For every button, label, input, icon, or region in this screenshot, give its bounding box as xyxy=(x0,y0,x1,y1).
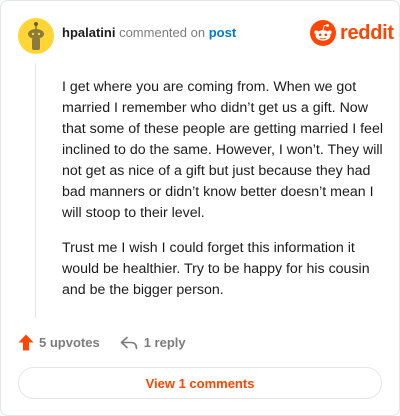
comment-action-text: commented on xyxy=(119,25,206,40)
comment-header: hpalatini commented on post xyxy=(62,24,236,42)
comment-paragraph: Trust me I wish I could forget this info… xyxy=(62,240,370,298)
reply-count: 1 reply xyxy=(143,335,186,350)
comment-card: hpalatini commented on post reddit I get… xyxy=(0,0,400,416)
view-comments-button[interactable]: View 1 comments xyxy=(18,367,382,399)
reply-arrow-icon xyxy=(120,336,137,349)
upvote-arrow-icon xyxy=(18,334,34,351)
avatar-icon xyxy=(18,18,54,54)
author-username[interactable]: hpalatini xyxy=(62,25,115,40)
upvote-button[interactable]: 5 upvotes xyxy=(18,334,100,351)
reddit-logo[interactable]: reddit xyxy=(310,20,394,46)
reply-button[interactable]: 1 reply xyxy=(120,335,186,350)
post-link[interactable]: post xyxy=(209,25,236,40)
reddit-wordmark: reddit xyxy=(340,21,394,44)
comment-paragraph: I get where you are coming from. When we… xyxy=(62,79,383,221)
reddit-snoo-icon xyxy=(310,20,336,46)
comment-body: I get where you are coming from. When we… xyxy=(62,77,387,315)
user-avatar[interactable] xyxy=(18,18,54,54)
thread-line xyxy=(35,63,36,318)
comment-footer: 5 upvotes 1 reply xyxy=(18,334,186,351)
upvote-count: 5 upvotes xyxy=(39,335,100,350)
